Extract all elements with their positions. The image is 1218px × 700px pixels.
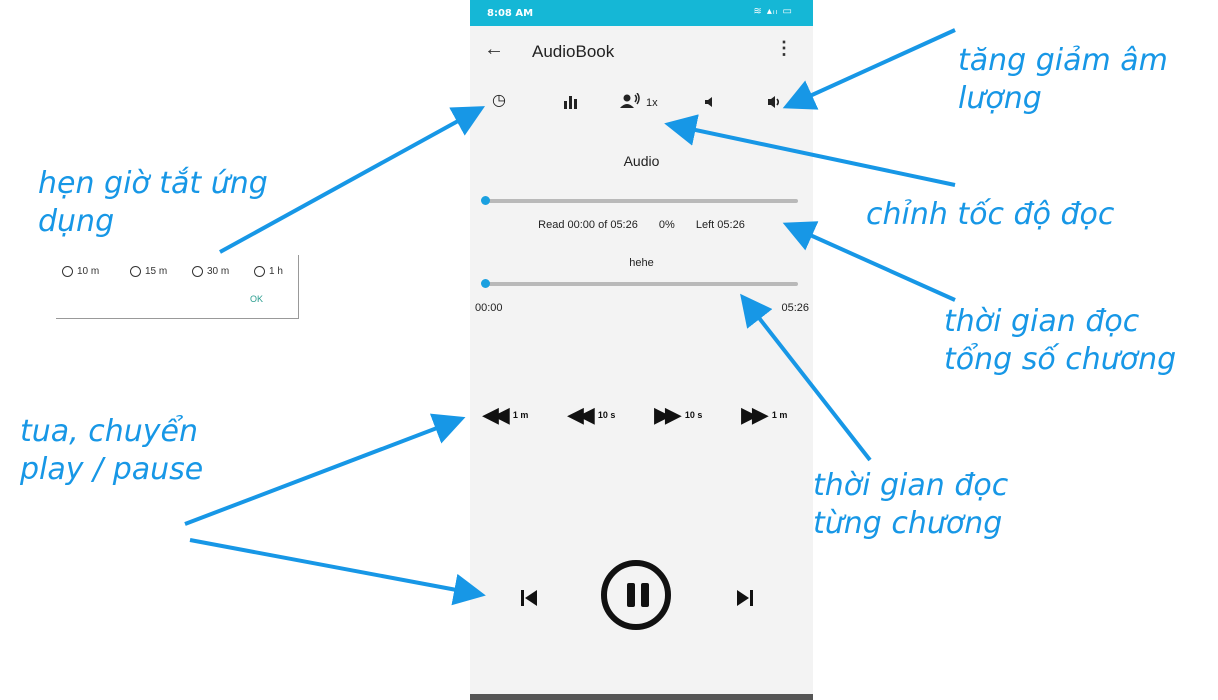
annotation-arrows (184, 28, 956, 606)
chapter-time-arrow (740, 293, 872, 462)
seek-arrow (184, 413, 466, 526)
play-pause-arrow (189, 538, 486, 606)
volume-arrow (782, 28, 956, 110)
total-time-arrow (782, 221, 956, 302)
speed-arrow (664, 114, 956, 187)
timer-arrow (219, 106, 486, 254)
